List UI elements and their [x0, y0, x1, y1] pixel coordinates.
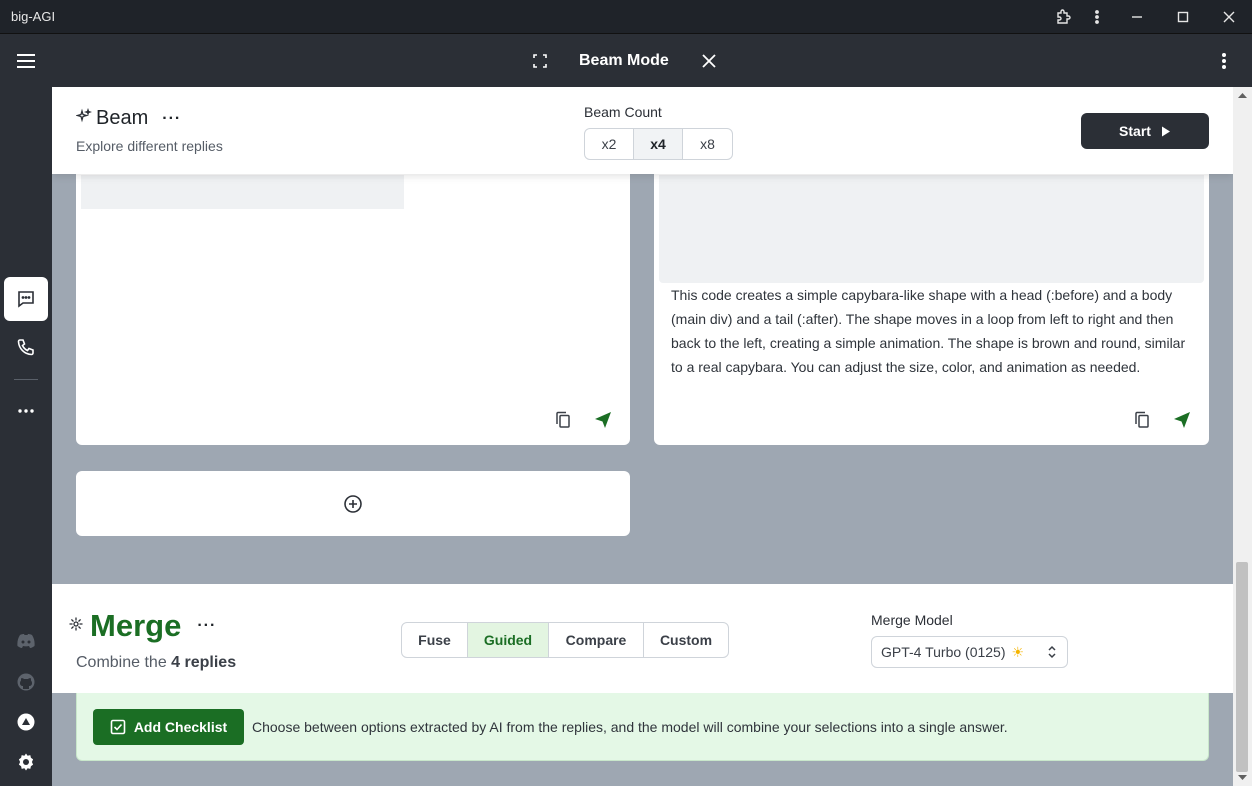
- reply-text: This code creates a simple capybara-like…: [671, 287, 1186, 375]
- merge-title: Merge: [90, 608, 182, 643]
- add-circle-icon: [344, 494, 362, 513]
- start-button-label: Start: [1119, 123, 1151, 139]
- merge-toolbar: Merge ··· Combine the 4 replies Fuse Gui…: [52, 584, 1233, 693]
- checkbox-icon: [110, 719, 126, 735]
- reply-placeholder: [81, 175, 404, 209]
- beam-count-label: Beam Count: [584, 104, 662, 120]
- settings-gear-icon[interactable]: [4, 740, 48, 784]
- send-icon[interactable]: [592, 409, 614, 431]
- tab-fuse[interactable]: Fuse: [402, 623, 468, 657]
- beam-count-x4[interactable]: x4: [634, 129, 683, 159]
- beam-count-x2[interactable]: x2: [585, 129, 634, 159]
- main-scrollbar[interactable]: [1233, 87, 1252, 786]
- beam-toolbar: Beam ··· Explore different replies Beam …: [52, 87, 1233, 174]
- merge-icon: [68, 616, 84, 637]
- merge-model-select[interactable]: GPT-4 Turbo (0125) ☀: [871, 636, 1068, 668]
- scroll-up-icon: [1238, 93, 1247, 98]
- more-apps-icon[interactable]: [4, 389, 48, 433]
- tab-guided[interactable]: Guided: [468, 623, 549, 657]
- tab-compare[interactable]: Compare: [549, 623, 644, 657]
- merge-model-label: Merge Model: [871, 612, 953, 628]
- discord-icon[interactable]: [4, 619, 48, 663]
- beam-more-icon[interactable]: ···: [162, 110, 181, 128]
- sparkle-icon: [75, 107, 93, 129]
- play-icon: [1161, 126, 1170, 136]
- merge-subtitle: Combine the 4 replies: [76, 654, 236, 672]
- send-icon[interactable]: [1171, 409, 1193, 431]
- page-title: Beam Mode: [579, 52, 669, 69]
- merge-subtitle-prefix: Combine the: [76, 654, 167, 671]
- extensions-icon[interactable]: [1046, 0, 1080, 34]
- close-beam-icon[interactable]: [697, 49, 721, 73]
- guided-panel: Add Checklist Choose between options ext…: [76, 693, 1209, 761]
- window-title: big-AGI: [11, 9, 56, 24]
- browser-menu-icon[interactable]: [1080, 0, 1114, 34]
- merge-model-value: GPT-4 Turbo (0125): [881, 644, 1006, 660]
- bigagi-logo-icon[interactable]: [4, 700, 48, 744]
- hamburger-menu-icon[interactable]: [14, 49, 38, 73]
- reply-card-1: [76, 147, 630, 445]
- window-titlebar: big-AGI: [0, 0, 1252, 34]
- start-button[interactable]: Start: [1081, 113, 1209, 149]
- beam-subtitle: Explore different replies: [76, 138, 223, 154]
- minimize-icon[interactable]: [1114, 0, 1160, 34]
- copy-icon[interactable]: [552, 409, 574, 431]
- scrollbar-thumb[interactable]: [1236, 562, 1248, 772]
- merge-method-selector: Fuse Guided Compare Custom: [401, 622, 729, 658]
- header-more-icon[interactable]: [1212, 49, 1236, 73]
- rail-divider: [14, 379, 38, 380]
- copy-icon[interactable]: [1131, 409, 1153, 431]
- reply-code-placeholder: [659, 175, 1204, 283]
- merge-subtitle-count: 4 replies: [171, 654, 237, 671]
- chat-icon[interactable]: [4, 277, 48, 321]
- github-icon[interactable]: [4, 660, 48, 704]
- tab-custom[interactable]: Custom: [644, 623, 728, 657]
- guided-description: Choose between options extracted by AI f…: [252, 719, 1008, 735]
- scroll-down-icon: [1238, 775, 1247, 780]
- sun-icon: ☀: [1011, 643, 1025, 660]
- beam-title: Beam: [96, 107, 149, 129]
- app-header: Beam Mode: [0, 35, 1252, 87]
- add-checklist-button[interactable]: Add Checklist: [93, 709, 244, 745]
- fullscreen-icon[interactable]: [528, 49, 552, 73]
- close-window-icon[interactable]: [1206, 0, 1252, 34]
- beam-count-x8[interactable]: x8: [683, 129, 732, 159]
- merge-more-icon[interactable]: ···: [197, 617, 216, 635]
- left-rail: [0, 87, 52, 786]
- chevron-updown-icon: [1048, 645, 1056, 659]
- add-checklist-label: Add Checklist: [133, 719, 228, 735]
- beam-main-area: Beam ··· Explore different replies Beam …: [52, 87, 1233, 786]
- maximize-icon[interactable]: [1160, 0, 1206, 34]
- phone-icon[interactable]: [4, 325, 48, 369]
- reply-card-2: This code creates a simple capybara-like…: [654, 147, 1209, 445]
- add-beam-button[interactable]: [76, 471, 630, 536]
- beam-count-selector: x2 x4 x8: [584, 128, 733, 160]
